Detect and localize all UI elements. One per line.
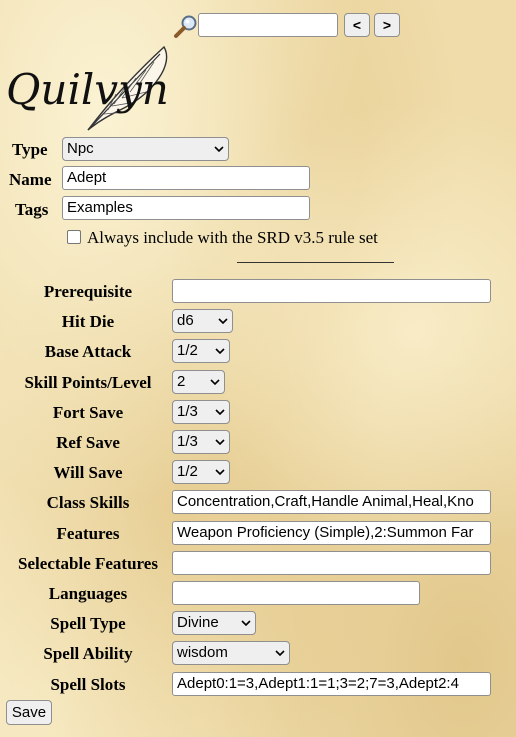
name-field[interactable]: Adept — [62, 166, 310, 190]
previous-button[interactable]: < — [344, 13, 370, 37]
spell-ability-select[interactable]: wisdom — [172, 641, 290, 665]
save-button[interactable]: Save — [6, 700, 52, 725]
class-skills-field[interactable]: Concentration,Craft,Handle Animal,Heal,K… — [172, 490, 491, 514]
quilvyn-logo: Quilvyn — [6, 45, 169, 131]
prerequisite-field[interactable] — [172, 279, 491, 303]
spell-type-label: Spell Type — [50, 614, 126, 633]
always-include-label: Always include with the SRD v3.5 rule se… — [87, 228, 378, 247]
prerequisite-label: Prerequisite — [43, 282, 133, 301]
chevron-down-icon — [218, 317, 228, 324]
languages-field[interactable] — [172, 581, 420, 605]
spell-ability-label: Spell Ability — [43, 644, 133, 663]
search-input[interactable] — [198, 13, 338, 37]
spell-slots-label: Spell Slots — [50, 675, 126, 694]
selectable-features-label: Selectable Features — [18, 554, 158, 573]
class-skills-label: Class Skills — [46, 493, 130, 512]
skill-points-label: Skill Points/Level — [24, 373, 152, 392]
section-divider — [237, 262, 394, 263]
chevron-down-icon — [241, 619, 251, 626]
selectable-features-field[interactable] — [172, 551, 491, 575]
chevron-down-icon — [215, 468, 225, 475]
will-save-label: Will Save — [53, 463, 123, 482]
features-field[interactable]: Weapon Proficiency (Simple),2:Summon Far — [172, 521, 491, 545]
chevron-down-icon — [215, 438, 225, 445]
chevron-down-icon — [214, 145, 224, 152]
svg-text:Quilvyn: Quilvyn — [6, 65, 169, 114]
ref-save-select[interactable]: 1/3 — [172, 430, 230, 454]
chevron-down-icon — [210, 378, 220, 385]
name-label: Name — [9, 170, 52, 189]
features-label: Features — [56, 524, 120, 543]
base-attack-label: Base Attack — [44, 342, 132, 361]
tags-field[interactable]: Examples — [62, 196, 310, 220]
chevron-down-icon — [275, 649, 285, 656]
always-include-checkbox[interactable] — [67, 230, 81, 244]
spell-slots-field[interactable]: Adept0:1=3,Adept1:1=1;3=2;7=3,Adept2:4 — [172, 672, 491, 696]
fort-save-label: Fort Save — [52, 403, 124, 422]
chevron-down-icon — [215, 408, 225, 415]
magnifier-icon — [174, 15, 197, 38]
base-attack-select[interactable]: 1/2 — [172, 339, 230, 363]
type-label: Type — [12, 140, 48, 159]
tags-label: Tags — [15, 200, 49, 219]
spell-type-select[interactable]: Divine — [172, 611, 256, 635]
chevron-down-icon — [215, 347, 225, 354]
fort-save-select[interactable]: 1/3 — [172, 400, 230, 424]
will-save-select[interactable]: 1/2 — [172, 460, 230, 484]
hit-die-select[interactable]: d6 — [172, 309, 233, 333]
type-select[interactable]: Npc — [62, 137, 229, 161]
languages-label: Languages — [48, 584, 128, 603]
next-button[interactable]: > — [374, 13, 400, 37]
ref-save-label: Ref Save — [56, 433, 120, 452]
hit-die-label: Hit Die — [61, 312, 115, 331]
skill-points-select[interactable]: 2 — [172, 370, 225, 394]
